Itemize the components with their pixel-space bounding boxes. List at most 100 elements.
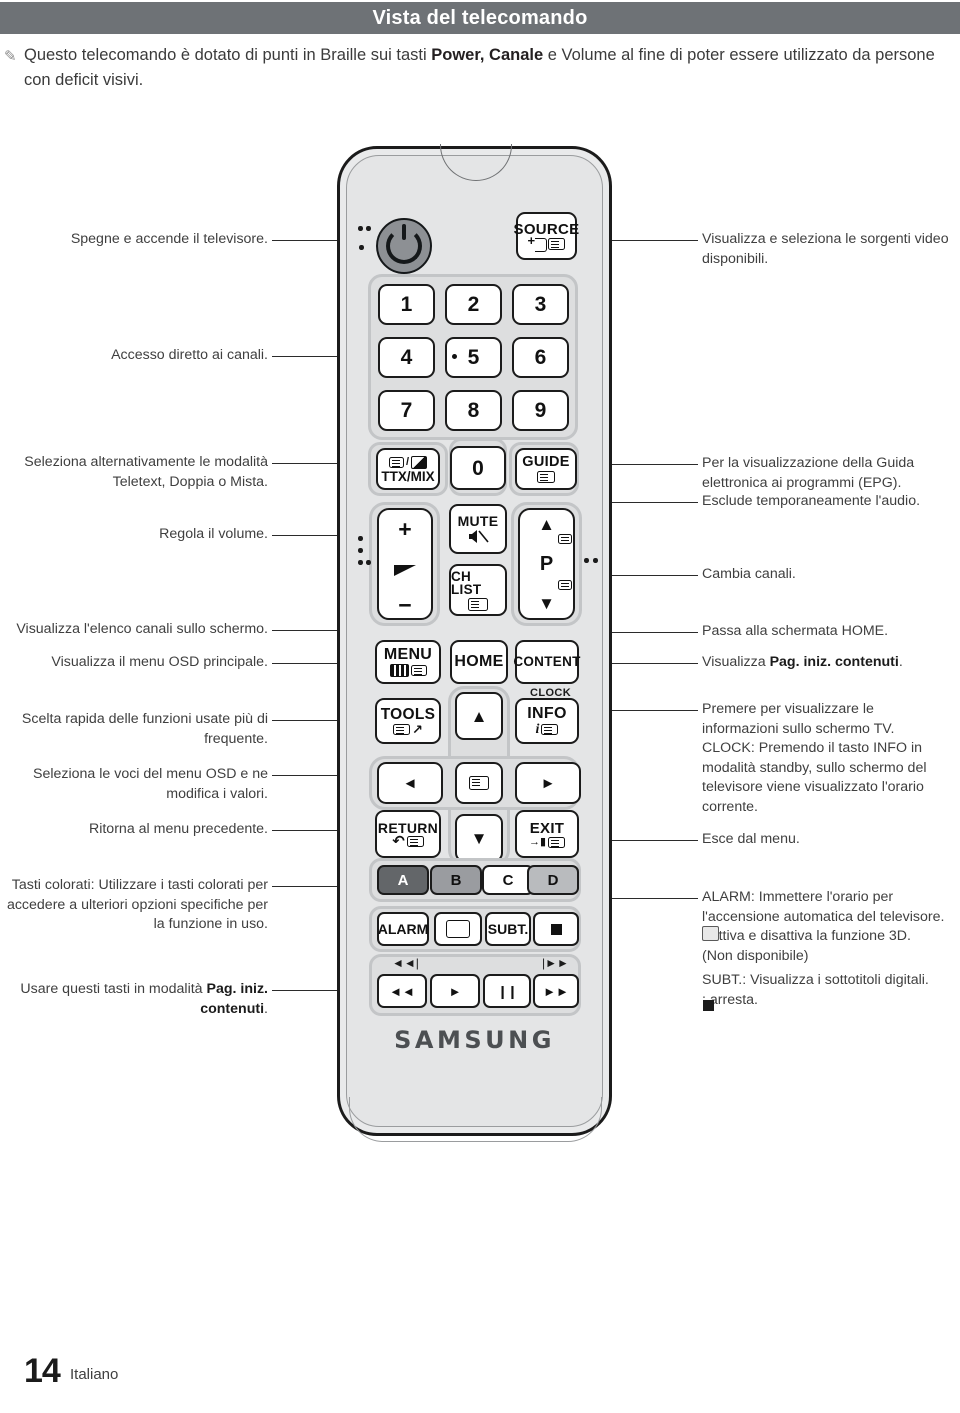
label-subt: SUBT.: Visualizza i sottotitoli digitali… [702, 972, 929, 1008]
exit-door-icon: →▮ [528, 835, 547, 848]
number-key-2[interactable]: 2 [445, 284, 502, 325]
label-media-after: . [264, 1000, 268, 1017]
color-key-c-label: C [502, 871, 514, 889]
input-arrow-icon [528, 235, 547, 252]
volume-wedge-icon [394, 565, 416, 576]
previous-track-icon: ◄◄| [392, 956, 419, 970]
stop-button[interactable] [533, 912, 579, 946]
ch-list-button[interactable]: CH LIST [449, 564, 507, 616]
three-d-button[interactable] [434, 912, 482, 946]
braille-dots-power [358, 226, 374, 256]
pause-icon: ❙❙ [497, 983, 518, 999]
label-exit: Esce dal menu. [702, 831, 800, 847]
braille-dot-5 [452, 354, 457, 359]
tools-button[interactable]: TOOLS ↗ [375, 698, 441, 744]
home-button[interactable]: HOME [450, 640, 508, 684]
alarm-button[interactable]: ALARM [377, 912, 429, 946]
number-key-3[interactable]: 3 [512, 284, 569, 325]
label-source: Visualizza e seleziona le sorgenti video… [702, 231, 949, 267]
ch-list-panel-icon [468, 597, 488, 611]
home-label: HOME [454, 653, 504, 670]
info-button[interactable]: INFO i [515, 698, 579, 744]
3d-glasses-icon [702, 926, 719, 941]
color-key-a-label: A [397, 871, 409, 889]
ttx-mix-button[interactable]: / TTX/MIX [376, 448, 440, 490]
stop-square-icon [550, 923, 562, 935]
volume-up-label: + [398, 516, 412, 542]
content-label: CONTENT [513, 654, 581, 670]
page-title: Vista del telecomando [372, 7, 588, 29]
channel-rocker[interactable]: ▲ P ▼ [518, 508, 575, 620]
number-2-label: 2 [467, 293, 480, 316]
braille-dots-channel [584, 558, 600, 566]
color-key-d-label: D [547, 871, 559, 889]
dpad-right-icon: ► [540, 774, 556, 792]
dpad-right-button[interactable]: ► [515, 762, 581, 804]
mute-icons [467, 529, 489, 544]
number-0-label: 0 [472, 456, 484, 480]
number-key-4[interactable]: 4 [378, 337, 435, 378]
number-6-label: 6 [534, 346, 547, 369]
label-return: Ritorna al menu precedente. [88, 821, 268, 837]
remote-bottom-arc [349, 1097, 602, 1142]
ttxmix-icons: / [388, 455, 428, 469]
return-button[interactable]: RETURN ↶ [375, 810, 441, 858]
power-button[interactable] [376, 218, 432, 274]
number-3-label: 3 [534, 293, 547, 316]
label-arrows: Seleziona le voci del menu OSD e ne modi… [32, 766, 268, 802]
channel-down-label: ▼ [538, 594, 555, 613]
number-key-1[interactable]: 1 [378, 284, 435, 325]
italic-i-icon: i [535, 721, 540, 737]
dpad-left-button[interactable]: ◄ [377, 762, 443, 804]
page-number: 14 [24, 1352, 61, 1390]
label-chlist: Visualizza l'elenco canali sullo schermo… [16, 621, 268, 637]
label-media: Usare questi tasti in modalità Pag. iniz… [0, 980, 268, 1019]
braille-dots-volume [357, 536, 373, 574]
mute-label: MUTE [457, 513, 499, 529]
channel-up-label: ▲ [538, 515, 555, 534]
color-key-d[interactable]: D [527, 865, 579, 895]
color-key-b[interactable]: B [430, 865, 482, 895]
number-key-8[interactable]: 8 [445, 390, 502, 431]
number-1-label: 1 [400, 293, 413, 316]
guide-button[interactable]: GUIDE [515, 448, 577, 490]
fast-forward-icon: ►► [543, 983, 569, 999]
dpad-up-icon: ▲ [470, 706, 488, 726]
color-key-b-label: B [450, 871, 462, 889]
label-power: Spegne e accende il televisore. [70, 231, 268, 247]
number-8-label: 8 [467, 399, 480, 422]
3d-glasses-icon [446, 920, 470, 938]
info-label: INFO [527, 704, 567, 722]
number-key-7[interactable]: 7 [378, 390, 435, 431]
dpad-up-button[interactable]: ▲ [455, 692, 503, 740]
guide-panel-icon [537, 470, 555, 483]
number-7-label: 7 [400, 399, 413, 422]
return-arrow-icon: ↶ [392, 832, 405, 850]
pause-button[interactable]: ❙❙ [483, 974, 531, 1008]
mute-button[interactable]: MUTE [449, 504, 507, 554]
color-key-a[interactable]: A [377, 865, 429, 895]
number-key-9[interactable]: 9 [512, 390, 569, 431]
exit-button[interactable]: EXIT →▮ [515, 810, 579, 858]
content-button[interactable]: CONTENT [513, 640, 581, 684]
volume-rocker[interactable]: + − [377, 508, 433, 620]
rewind-button[interactable]: ◄◄ [377, 974, 427, 1008]
brand-logo: SAMSUNG [394, 1026, 555, 1054]
label-guide: Per la visualizzazione della Guida elett… [702, 455, 915, 491]
enter-icon [469, 776, 489, 790]
info-icons: i [535, 721, 559, 737]
pencil-icon: ✎ [4, 48, 17, 65]
menu-panel-icon [410, 665, 427, 676]
play-button[interactable]: ► [430, 974, 480, 1008]
guide-icons [537, 470, 555, 483]
dpad-enter-button[interactable] [455, 762, 503, 804]
source-button[interactable]: SOURCE [514, 212, 579, 260]
menu-button[interactable]: MENU [375, 640, 441, 684]
fast-forward-button[interactable]: ►► [533, 974, 579, 1008]
subtitle-button[interactable]: SUBT. [485, 912, 531, 946]
list-panel-icon [547, 238, 565, 250]
dpad-down-button[interactable]: ▼ [455, 814, 503, 862]
number-key-6[interactable]: 6 [512, 337, 569, 378]
number-key-0[interactable]: 0 [450, 446, 506, 490]
chlist-label: CH LIST [451, 568, 482, 597]
